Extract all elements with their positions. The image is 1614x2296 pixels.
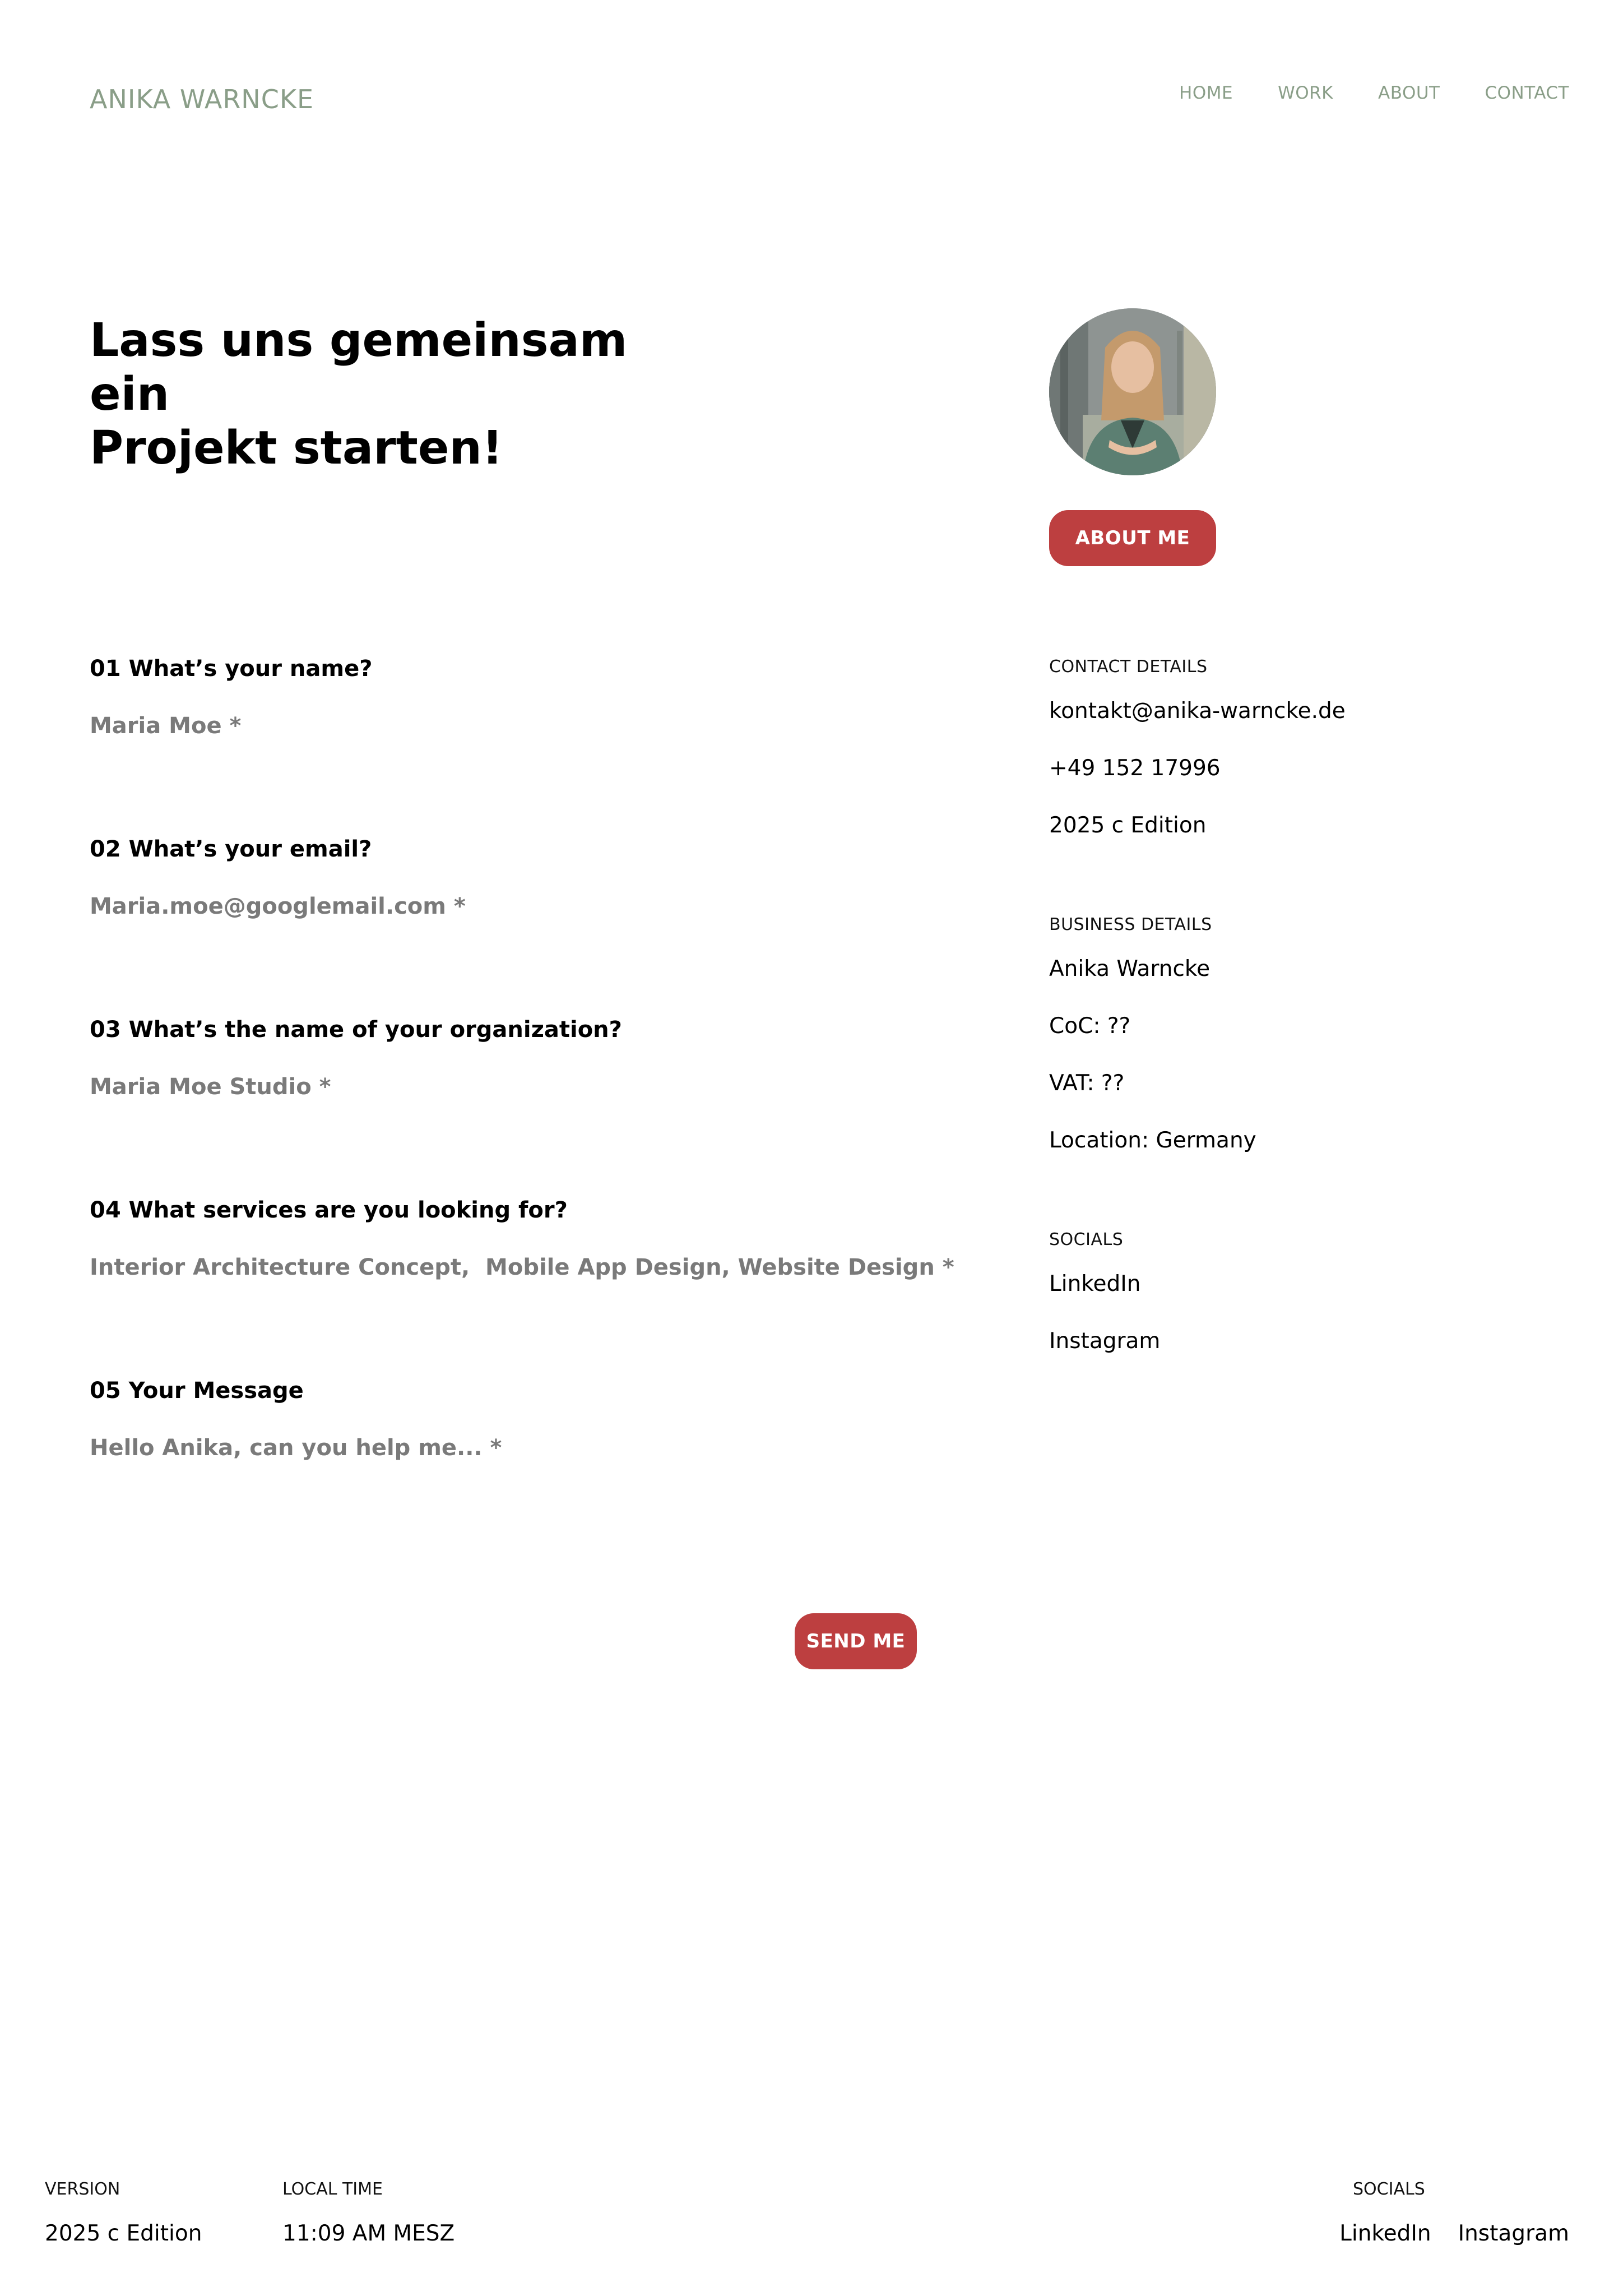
contact-details-heading: CONTACT DETAILS xyxy=(1049,657,1208,677)
business-coc: CoC: ?? xyxy=(1049,1013,1131,1039)
question-services-label: 04 What services are you looking for? xyxy=(90,1197,568,1223)
about-me-button[interactable]: ABOUT ME xyxy=(1049,510,1216,566)
footer-version-value: 2025 c Edition xyxy=(45,2221,202,2246)
nav-work[interactable]: WORK xyxy=(1278,83,1333,103)
nav-contact[interactable]: CONTACT xyxy=(1485,83,1569,103)
question-message-label: 05 Your Message xyxy=(90,1378,304,1404)
business-name: Anika Warncke xyxy=(1049,956,1210,982)
sidebar-linkedin-link[interactable]: LinkedIn xyxy=(1049,1271,1140,1297)
business-location: Location: Germany xyxy=(1049,1128,1256,1153)
contact-email-link[interactable]: kontakt@anika-warncke.de xyxy=(1049,698,1346,724)
page-title-line-2: Projekt starten! xyxy=(90,422,503,475)
message-input[interactable] xyxy=(90,1435,964,1461)
page-title: Lass uns gemeinsam ein Projekt starten! xyxy=(90,314,706,475)
footer-socials-heading: SOCIALS xyxy=(1353,2179,1425,2199)
main-nav: HOME WORK ABOUT CONTACT xyxy=(1179,83,1569,103)
question-name-label: 01 What’s your name? xyxy=(90,656,373,682)
sidebar-instagram-link[interactable]: Instagram xyxy=(1049,1328,1160,1354)
name-input[interactable] xyxy=(90,713,964,739)
question-email-label: 02 What’s your email? xyxy=(90,836,372,862)
organization-input[interactable] xyxy=(90,1074,964,1100)
footer-time-heading: LOCAL TIME xyxy=(282,2179,383,2199)
send-button[interactable]: SEND ME xyxy=(795,1613,917,1669)
business-details-heading: BUSINESS DETAILS xyxy=(1049,915,1212,934)
contact-phone-link[interactable]: +49 152 17996 xyxy=(1049,756,1221,781)
footer-instagram-link[interactable]: Instagram xyxy=(1458,2221,1569,2246)
footer-socials: LinkedIn Instagram xyxy=(1339,2221,1569,2246)
page-title-line-1: Lass uns gemeinsam ein xyxy=(90,314,628,421)
nav-home[interactable]: HOME xyxy=(1179,83,1233,103)
business-vat: VAT: ?? xyxy=(1049,1071,1125,1096)
footer-time-value: 11:09 AM MESZ xyxy=(282,2221,455,2246)
avatar xyxy=(1049,308,1216,475)
services-input[interactable] xyxy=(90,1255,964,1280)
brand-logo[interactable]: ANIKA WARNCKE xyxy=(90,84,314,114)
email-input[interactable] xyxy=(90,894,964,919)
socials-heading: SOCIALS xyxy=(1049,1230,1124,1249)
nav-about[interactable]: ABOUT xyxy=(1378,83,1440,103)
contact-edition: 2025 c Edition xyxy=(1049,813,1207,838)
question-organization-label: 03 What’s the name of your organization? xyxy=(90,1017,622,1043)
footer-version-heading: VERSION xyxy=(45,2179,120,2199)
footer-linkedin-link[interactable]: LinkedIn xyxy=(1339,2221,1431,2246)
portrait-image xyxy=(1049,308,1216,475)
